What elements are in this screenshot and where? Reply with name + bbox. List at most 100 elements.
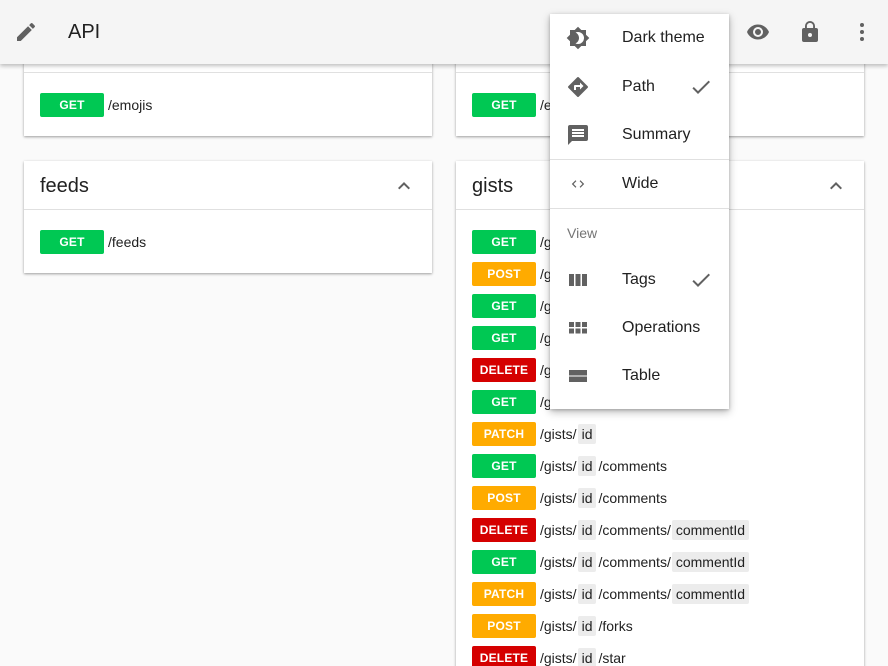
view-stream-icon — [566, 364, 590, 388]
operation-row[interactable]: POST/gists/id/comments — [472, 486, 667, 510]
check-icon — [689, 268, 713, 292]
path-param: id — [577, 616, 597, 636]
menu-item-wide[interactable]: Wide — [550, 160, 729, 208]
menu-item-label: Summary — [622, 126, 691, 143]
operation-row[interactable]: GET/g — [472, 230, 552, 254]
path-segment: /gists/ — [540, 458, 577, 474]
path-param: id — [577, 648, 597, 666]
menu-item-tags[interactable]: Tags — [550, 256, 729, 304]
chevron-up-icon[interactable] — [824, 174, 848, 198]
method-badge: DELETE — [472, 518, 536, 542]
path-param: id — [577, 552, 597, 572]
menu-item-path[interactable]: Path — [550, 63, 729, 111]
path-segment: /comments/ — [598, 586, 671, 602]
operation-row[interactable]: DELETE/gists/id/comments/commentId — [472, 518, 751, 542]
operation-row[interactable]: GET /emojis — [40, 93, 152, 117]
card-title: gists — [472, 175, 514, 197]
method-badge: GET — [472, 294, 536, 318]
path-segment: /forks — [598, 618, 633, 634]
path-param: id — [577, 520, 597, 540]
menu-item-table[interactable]: Table — [550, 352, 729, 400]
operation-row[interactable]: GET/gists/id/comments — [472, 454, 667, 478]
operation-row[interactable]: GET/g — [472, 390, 552, 414]
settings-menu: Dark theme Path Summary Wide View Tags O… — [550, 14, 729, 409]
menu-item-label: Dark theme — [622, 29, 705, 46]
path-param: id — [577, 424, 597, 444]
chevron-up-icon[interactable] — [392, 174, 416, 198]
operation-path: /gists/id/comments/commentId — [540, 584, 751, 604]
operation-row[interactable]: GET/g — [472, 294, 552, 318]
menu-item-operations[interactable]: Operations — [550, 304, 729, 352]
directions-icon — [566, 75, 590, 99]
path-segment: /star — [598, 650, 626, 666]
menu-item-dark-theme[interactable]: Dark theme — [550, 14, 729, 62]
path-segment: /gists/ — [540, 586, 577, 602]
app-toolbar: API — [0, 0, 888, 64]
path-segment: /gists/ — [540, 618, 577, 634]
path-param: id — [577, 488, 597, 508]
operation-row[interactable]: GET/gists/id/comments/commentId — [472, 550, 751, 574]
operation-row[interactable]: PATCH/gists/id/comments/commentId — [472, 582, 751, 606]
path-segment: /comments/ — [598, 522, 671, 538]
method-badge: GET — [472, 230, 536, 254]
code-icon — [566, 172, 590, 196]
operation-row[interactable]: PATCH/gists/id — [472, 422, 598, 446]
method-badge: DELETE — [472, 646, 536, 666]
path-segment: /comments/ — [598, 554, 671, 570]
lock-icon[interactable] — [798, 20, 822, 44]
path-segment: /gists/ — [540, 490, 577, 506]
menu-item-label: Path — [622, 78, 655, 95]
edit-icon[interactable] — [14, 20, 38, 44]
path-segment: /gists/ — [540, 554, 577, 570]
method-badge: POST — [472, 262, 536, 286]
method-badge: GET — [472, 390, 536, 414]
operation-row[interactable]: GET /feeds — [40, 230, 146, 254]
operation-row[interactable]: DELETE/g — [472, 358, 552, 382]
menu-item-label: Operations — [622, 319, 701, 336]
operation-path: /gists/id/comments/commentId — [540, 552, 751, 572]
path-param: id — [577, 456, 597, 476]
path-segment: /comments — [598, 490, 667, 506]
operation-path: /gists/id — [540, 424, 598, 444]
view-column-icon — [566, 268, 590, 292]
check-icon — [689, 75, 713, 99]
card-title: feeds — [40, 175, 89, 197]
more-vert-icon[interactable] — [850, 20, 874, 44]
method-badge: GET — [472, 93, 536, 117]
method-badge: DELETE — [472, 358, 536, 382]
method-badge: GET — [472, 454, 536, 478]
menu-item-label: Table — [622, 367, 661, 384]
operation-path: /gists/id/comments — [540, 456, 667, 476]
view-module-icon — [566, 316, 590, 340]
visibility-icon[interactable] — [746, 20, 770, 44]
path-segment: /gists/ — [540, 650, 577, 666]
operation-row[interactable]: GET /e — [472, 93, 552, 117]
tag-card-feeds: feeds GET /feeds — [24, 161, 432, 273]
operation-row[interactable]: DELETE/gists/id/star — [472, 646, 626, 666]
method-badge: PATCH — [472, 422, 536, 446]
menu-item-label: Tags — [622, 271, 656, 288]
path-segment: /gists/ — [540, 522, 577, 538]
operation-path: /gists/id/star — [540, 648, 626, 666]
menu-subheader: View — [567, 225, 598, 241]
card-header[interactable]: feeds — [24, 161, 432, 210]
menu-item-label: Wide — [622, 175, 659, 192]
brightness-icon — [566, 26, 590, 50]
page-title: API — [68, 21, 101, 43]
operation-path: /emojis — [108, 97, 153, 113]
comment-icon — [566, 123, 590, 147]
path-segment: /comments — [598, 458, 667, 474]
menu-item-summary[interactable]: Summary — [550, 111, 729, 159]
operation-row[interactable]: GET/g — [472, 326, 552, 350]
path-param: id — [577, 584, 597, 604]
operation-row[interactable]: POST/gists/id/forks — [472, 614, 633, 638]
path-param: commentId — [671, 584, 750, 604]
operation-path: /gists/id/comments/commentId — [540, 520, 751, 540]
method-badge: POST — [472, 486, 536, 510]
method-badge: GET — [472, 326, 536, 350]
operation-row[interactable]: POST/g — [472, 262, 552, 286]
operation-path: /gists/id/forks — [540, 616, 633, 636]
menu-divider — [550, 208, 729, 209]
method-badge: GET — [40, 230, 104, 254]
method-badge: POST — [472, 614, 536, 638]
